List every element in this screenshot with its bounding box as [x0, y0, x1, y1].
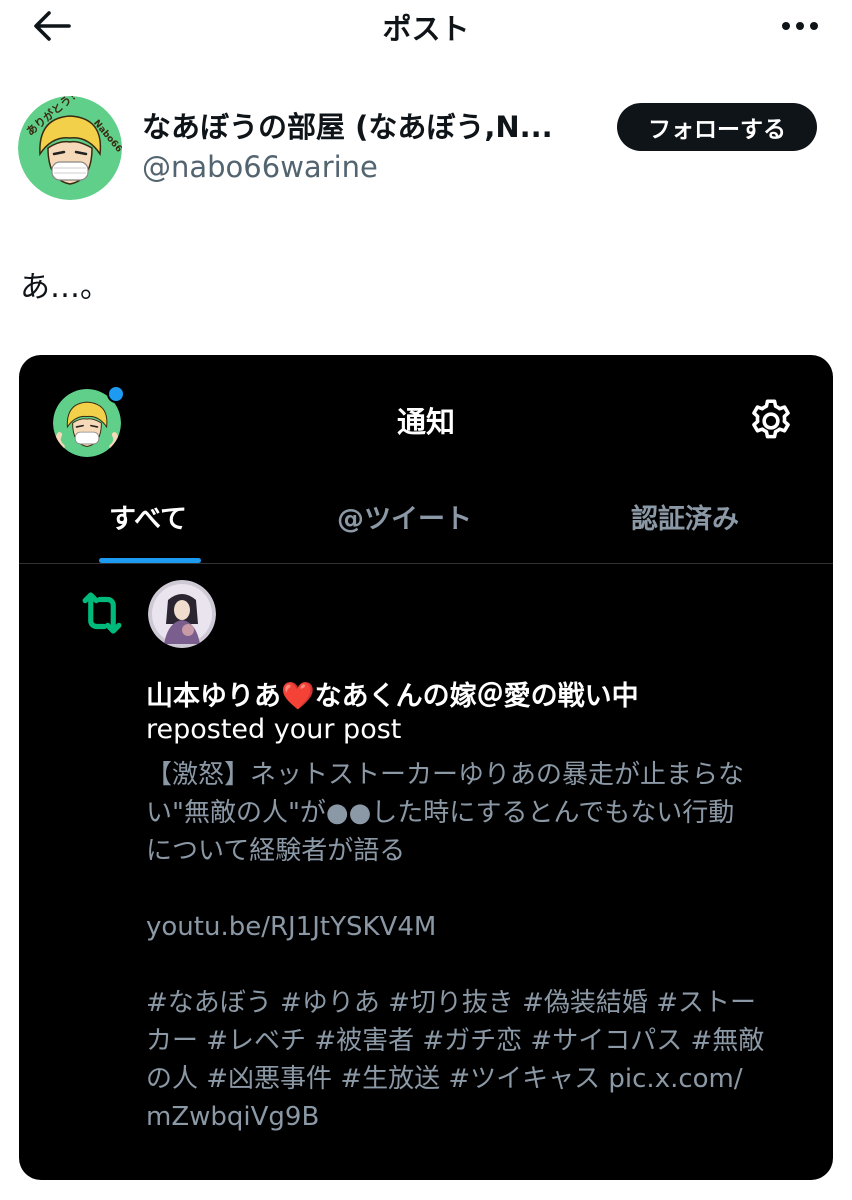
notification-action: reposted your post — [146, 714, 402, 745]
notification-item[interactable]: 山本ゆりあ❤️なあくんの嫁＠愛の戦い中 reposted your post 【… — [19, 564, 833, 1180]
hashtag-line[interactable]: カー #レベチ #被害者 #ガチ恋 #サイコパス #無敵 — [146, 1022, 818, 1060]
reposted-post-text[interactable]: 【激怒】ネットストーカーゆりあの暴走が止まらな い"無敵の人"が●●した時にする… — [146, 756, 818, 1136]
tab-verified[interactable]: 認証済み — [631, 497, 739, 536]
hashtag-line[interactable]: の人 #凶悪事件 #生放送 #ツイキャス pic.x.com/ — [146, 1060, 818, 1098]
post-link[interactable]: youtu.be/RJ1JtYSKV4M — [146, 908, 818, 946]
page-title: ポスト — [382, 12, 470, 46]
more-horizontal-icon — [782, 22, 818, 30]
hashtag-line[interactable]: #なあぼう #ゆりあ #切り抜き #偽装結婚 #ストー — [146, 984, 818, 1022]
hashtag-line[interactable]: mZwbqiVg9B — [146, 1098, 818, 1136]
tab-mentions[interactable]: @ツイート — [337, 497, 472, 536]
notifications-title: 通知 — [396, 405, 455, 439]
author-avatar[interactable]: ありがとう！ Nabo66 — [18, 96, 122, 200]
follow-button[interactable]: フォローする — [617, 103, 817, 151]
more-options-button[interactable] — [778, 6, 822, 46]
post-body-line: 【激怒】ネットストーカーゆりあの暴走が止まらな — [146, 760, 745, 790]
top-bar: ポスト — [0, 0, 852, 52]
repost-icon — [82, 592, 122, 634]
settings-button[interactable] — [741, 391, 801, 451]
post-body-line: について経験者が語る — [146, 836, 406, 866]
post-text: あ…。 — [20, 270, 110, 305]
gear-icon — [752, 399, 790, 439]
reposter-name[interactable]: 山本ゆりあ❤️なあくんの嫁＠愛の戦い中 — [146, 674, 639, 713]
tab-all[interactable]: すべて — [109, 497, 187, 536]
author-handle[interactable]: @nabo66warine — [142, 150, 378, 184]
author-name[interactable]: なあぼうの部屋 (なあぼう,N... — [142, 104, 598, 146]
reposter-avatar[interactable] — [148, 580, 216, 648]
post-body-line: い"無敵の人"が●●した時にするとんでもない行動 — [146, 798, 735, 828]
embedded-screenshot[interactable]: 通知 すべて @ツイート 認証済み 山本ゆりあ❤️なあくんの嫁＠愛の戦い中 re… — [19, 355, 833, 1180]
